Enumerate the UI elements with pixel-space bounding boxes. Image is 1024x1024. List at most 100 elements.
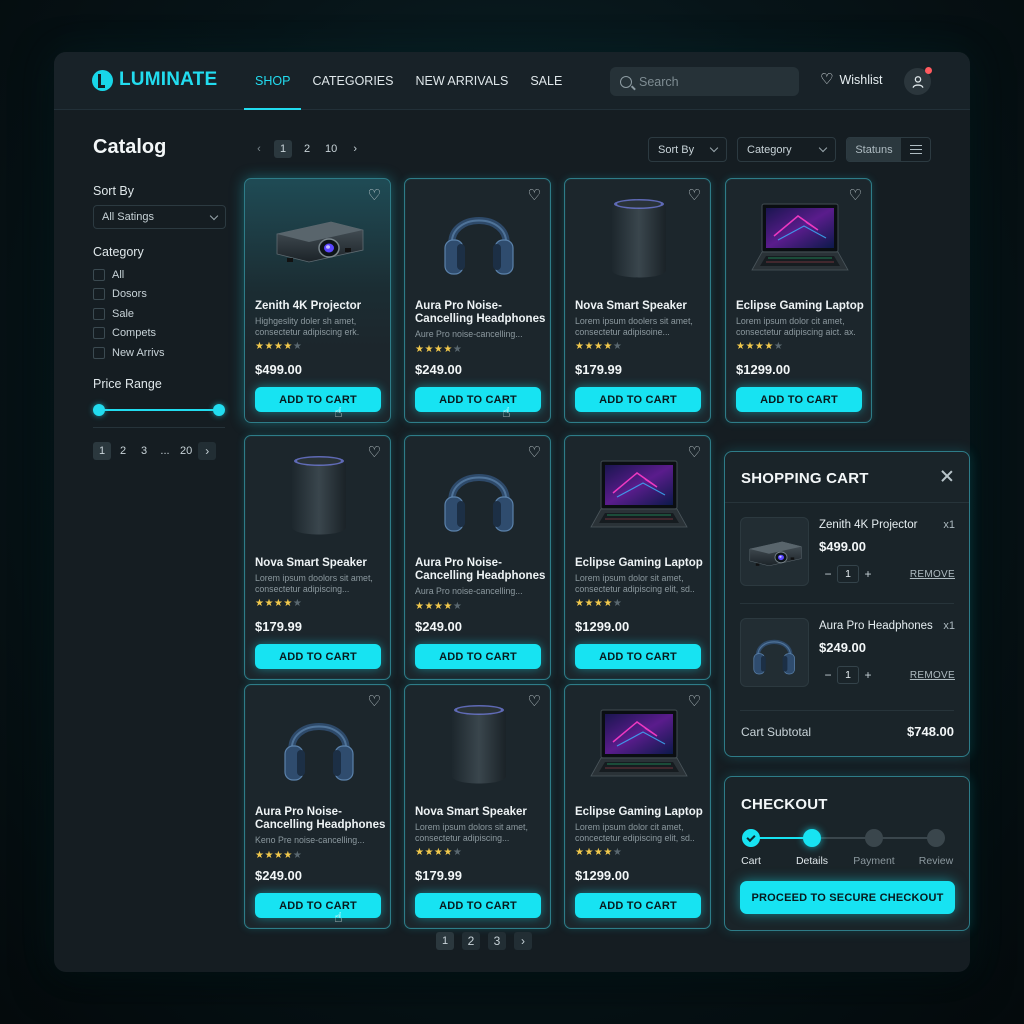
category-option-dosors[interactable]: Dosors [93, 285, 226, 305]
product-name[interactable]: Zenith 4K Projector [255, 300, 391, 313]
proceed-checkout-button[interactable]: PROCEED TO SECURE CHECKOUT [740, 881, 955, 914]
product-card[interactable]: ♡ Aura Pro Noise-Cancelling Headphones K… [244, 684, 391, 929]
page-button[interactable]: 3 [135, 442, 153, 460]
product-card[interactable]: ♡ Eclipse Gaming Laptop Lorem ipsum dolo… [564, 435, 711, 680]
product-name[interactable]: Eclipse Gaming Laptop [575, 557, 711, 570]
page-button[interactable]: 2 [114, 442, 132, 460]
nav-new-arrivals[interactable]: NEW ARRIVALS [404, 52, 519, 110]
quantity-value[interactable]: 1 [837, 666, 859, 684]
prev-page-button[interactable]: ‹ [250, 140, 268, 158]
search-input[interactable] [639, 74, 789, 89]
product-card[interactable]: ♡ Nova Smart Speaker Lorem ipsum dolors … [404, 684, 551, 929]
product-name[interactable]: Eclipse Gaming Laptop [736, 300, 872, 313]
checkbox[interactable] [93, 346, 105, 359]
user-avatar-button[interactable] [904, 67, 932, 95]
product-card[interactable]: ♡ Nova Smart Speaker Lorem ipsum doolers… [564, 178, 711, 423]
page-button[interactable]: 3 [488, 932, 506, 950]
product-name[interactable]: Aura Pro Noise-Cancelling Headphones [255, 806, 391, 832]
category-option-sale[interactable]: Sale [93, 304, 226, 324]
product-image[interactable] [405, 448, 552, 544]
remove-button[interactable]: REMOVE [910, 670, 955, 681]
page-button[interactable]: 2 [462, 932, 480, 950]
increment-button[interactable]: + [859, 666, 877, 684]
add-to-cart-button[interactable]: ADD TO CART [575, 893, 701, 918]
product-card[interactable]: ♡ Zenith 4K Projector Highgeslity doler … [244, 178, 391, 423]
category-dropdown[interactable]: Category [737, 137, 836, 162]
product-name[interactable]: Nova Smart Speaker [255, 557, 391, 570]
page-button[interactable]: 2 [298, 140, 316, 158]
product-card[interactable]: ♡ Eclipse Gaming Laptop Lorem ipsum dolo… [725, 178, 872, 423]
page-button[interactable]: 20 [177, 442, 195, 460]
product-image[interactable] [726, 191, 873, 287]
product-image[interactable] [565, 191, 712, 287]
product-card[interactable]: ♡ Nova Smart Speaker Lorem ipsum doolors… [244, 435, 391, 680]
product-image[interactable] [405, 191, 552, 287]
product-image[interactable] [245, 697, 392, 793]
category-option-compets[interactable]: Compets [93, 324, 226, 344]
next-page-button[interactable]: › [346, 140, 364, 158]
product-image[interactable] [405, 697, 552, 793]
slider-handle-min[interactable] [93, 403, 105, 416]
product-name[interactable]: Aura Pro Noise-Cancelling Headphones [415, 300, 551, 326]
step-indicator[interactable] [742, 829, 760, 847]
product-name[interactable]: Eclipse Gaming Laptop [575, 806, 711, 819]
page-button[interactable]: 1 [93, 441, 111, 460]
sort-by-select[interactable]: All Satings [93, 205, 226, 229]
product-image[interactable] [565, 697, 712, 793]
sort-by-dropdown[interactable]: Sort By [648, 137, 727, 162]
add-to-cart-button[interactable]: ADD TO CART [575, 644, 701, 669]
checkbox[interactable] [93, 268, 105, 281]
pointer-cursor-icon: ☝ [334, 909, 343, 925]
list-view-button[interactable] [901, 138, 930, 161]
next-page-button[interactable]: › [514, 932, 532, 950]
nav-sale[interactable]: SALE [519, 52, 573, 110]
product-card[interactable]: ♡ Aura Pro Noise-Cancelling Headphones A… [404, 435, 551, 680]
product-image[interactable] [245, 191, 392, 287]
product-card[interactable]: ♡ Aura Pro Noise-Cancelling Headphones A… [404, 178, 551, 423]
nav-shop[interactable]: SHOP [244, 52, 302, 110]
product-card[interactable]: ♡ Eclipse Gaming Laptop Lorem ipsum dolo… [564, 684, 711, 929]
add-to-cart-button[interactable]: ADD TO CART [255, 387, 381, 412]
checkbox[interactable] [93, 327, 105, 340]
brand-logo[interactable]: LUMINATE [92, 69, 217, 91]
next-page-button[interactable]: › [198, 441, 217, 460]
page-button[interactable]: 1 [274, 140, 292, 158]
product-name[interactable]: Nova Smart Speaker [575, 300, 711, 313]
quantity-value[interactable]: 1 [837, 565, 859, 583]
checkbox[interactable] [93, 307, 105, 320]
product-image[interactable] [245, 448, 392, 544]
search-box[interactable] [610, 67, 799, 96]
add-to-cart-button[interactable]: ADD TO CART [415, 893, 541, 918]
status-view-button[interactable]: Statuns [847, 138, 901, 161]
page-button[interactable]: 1 [436, 932, 454, 950]
heart-icon: ♡ [820, 71, 834, 88]
step-indicator[interactable] [803, 829, 821, 847]
rating-stars: ★★★★★ [255, 341, 303, 352]
checkbox[interactable] [93, 288, 105, 301]
page-button[interactable]: 10 [322, 140, 340, 158]
category-option-new-arrivs[interactable]: New Arrivs [93, 343, 226, 363]
remove-button[interactable]: REMOVE [910, 569, 955, 580]
product-name[interactable]: Nova Smart Speaker [415, 806, 551, 819]
decrement-button[interactable]: − [819, 565, 837, 583]
product-image[interactable] [565, 448, 712, 544]
step-indicator[interactable] [927, 829, 945, 847]
product-name[interactable]: Aura Pro Noise-Cancelling Headphones [415, 557, 551, 583]
increment-button[interactable]: + [859, 565, 877, 583]
decrement-button[interactable]: − [819, 666, 837, 684]
add-to-cart-button[interactable]: ADD TO CART [255, 893, 381, 918]
add-to-cart-button[interactable]: ADD TO CART [255, 644, 381, 669]
chevron-down-icon [709, 143, 719, 153]
add-to-cart-button[interactable]: ADD TO CART [575, 387, 701, 412]
add-to-cart-button[interactable]: ADD TO CART [415, 644, 541, 669]
add-to-cart-button[interactable]: ADD TO CART [415, 387, 541, 412]
category-option-all[interactable]: All [93, 265, 226, 285]
price-range-slider[interactable] [93, 403, 225, 417]
add-to-cart-button[interactable]: ADD TO CART [736, 387, 862, 412]
wishlist-link[interactable]: ♡ Wishlist [820, 72, 883, 87]
slider-handle-max[interactable] [213, 403, 225, 416]
step-indicator[interactable] [865, 829, 883, 847]
nav-categories[interactable]: CATEGORIES [301, 52, 404, 110]
rating-stars: ★★★★★ [415, 344, 463, 355]
close-icon[interactable] [941, 470, 953, 482]
